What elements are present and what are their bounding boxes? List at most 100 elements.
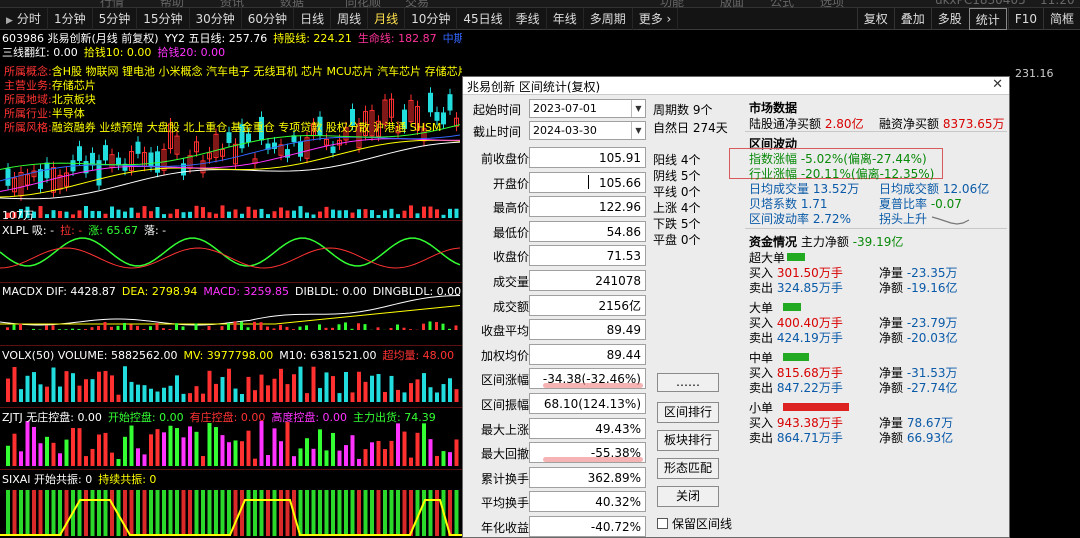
volume-bar [357,209,361,218]
toolbar-right-buttons: 复权 叠加 多股 统计 F10 简框 [856,8,1080,30]
toolbar-button[interactable]: 统计 [968,8,1007,30]
panel-divider [0,220,462,221]
candle-body [428,92,433,113]
highlight-underline [543,457,643,463]
trend-row: 拐头上升 [879,210,971,227]
macd-bar [32,328,35,330]
zjtj-bar [441,451,446,466]
more-button[interactable]: …… [657,373,719,392]
pattern-match-button[interactable]: 形态匹配 [657,458,719,479]
period-tab[interactable]: 15分钟 [137,7,190,30]
period-tab[interactable]: 季线 [510,7,547,30]
volume-bar [415,213,420,218]
indicator-value: 高度控盘: 0.00 [271,411,348,424]
macd-bar [129,324,133,330]
sixai-block [324,490,329,536]
sixai-block [337,490,342,536]
chevron-down-icon[interactable]: ▼ [631,100,645,117]
candle-body [441,112,446,125]
toolbar-button[interactable]: 简框 [1042,8,1080,30]
candle-count: 阳线 4个 [653,153,701,167]
volx-bar [324,372,329,402]
macd-bar [396,324,399,330]
period-tab[interactable]: 年线 [547,7,584,30]
sixai-block [272,490,277,536]
zjtj-bar [25,421,30,466]
zjtj-bar [370,442,374,466]
volume-bar [266,214,270,218]
volume-bar [422,206,426,218]
indicator-value: 拾钱20: 0.00 [157,46,226,59]
toolbar-button[interactable]: 多股 [930,8,968,30]
end-time-label: 截止时间 [473,125,522,139]
start-date-select[interactable]: 2023-07-01 ▼ [529,99,646,118]
sixai-indicator-header: SIXAI 开始共振: 0 持续共振: 0 [2,471,162,487]
sixai-block [233,490,238,536]
volx-bar [305,393,309,402]
period-tab[interactable]: 30分钟 [190,7,242,30]
volx-bar [77,385,82,402]
close-icon[interactable]: ✕ [992,77,1003,92]
period-tab[interactable]: 10分钟 [405,7,458,30]
period-tab[interactable]: 45日线 [457,7,510,30]
stat-label: 成交量 [492,275,529,289]
volx-bar [220,377,225,402]
volume-bar [38,206,43,218]
top-menu-item[interactable]: 11:20 [1040,0,1075,7]
sixai-block [363,490,368,536]
keep-range-checkbox[interactable]: 保留区间线 [657,515,732,532]
macd-bar [103,321,107,330]
period-tab[interactable]: 更多 › [633,7,679,30]
period-tab[interactable]: 60分钟 [242,7,295,30]
stat-label: 累计换手 [480,471,529,486]
chevron-down-icon[interactable]: ▼ [631,122,645,139]
macd-bar [155,322,159,330]
toolbar-button[interactable]: 叠加 [893,8,931,30]
top-menu-item[interactable]: ukxPC1830405 [935,0,1026,7]
stat-label: 平均换手 [480,496,529,511]
volx-bar [12,366,17,402]
volx-bar [409,383,413,402]
macd-bar [84,329,87,330]
volume-bar [448,208,452,218]
volume-bar [344,210,348,218]
macd-bar [136,325,139,330]
period-tab[interactable]: 5分钟 [93,7,138,30]
kline-chart-area[interactable]: 603986 兆易创新(月线 前复权) YY2 五日线: 257.76 持股线: 2… [0,30,462,538]
zjtj-bar [240,441,244,466]
macd-bar [142,329,146,330]
sector-rank-button[interactable]: 板块排行 [657,430,719,451]
period-tab[interactable]: 多周期 [584,7,633,30]
volx-bar [337,393,342,402]
macd-bar [448,328,451,330]
toolbar-button[interactable]: 复权 [856,8,894,30]
stat-value: 362.89% [529,466,646,488]
close-button[interactable]: 关闭 [657,486,719,507]
zjtj-bar [311,448,316,466]
end-date-select[interactable]: 2024-03-30 ▼ [529,121,646,140]
volx-bar [84,379,88,402]
period-tab[interactable]: ▶ 分时 [0,7,48,30]
zjtj-bar [233,440,238,466]
app-menu-icon[interactable]: ▶ [6,16,13,26]
macd-bar [428,321,432,330]
sixai-block [175,490,179,536]
fund-sell-row: 卖出 324.85万手 [749,279,843,296]
macd-bar [409,329,412,330]
macd-bar [253,321,256,330]
label: 卖出 [749,331,777,345]
period-tab[interactable]: 周线 [331,7,369,30]
period-tab[interactable]: 日线 [294,7,332,30]
period-tab[interactable]: 1分钟 [48,7,93,30]
volx-bar [233,388,238,402]
volx-bar [201,393,205,402]
period-tab[interactable]: 月线 [368,7,406,30]
toolbar-button[interactable]: F10 [1007,8,1043,30]
value: 815.68万手 [776,366,843,380]
natural-days: 自然日 274天 [653,121,728,135]
macdx-indicator-header: MACDX DIF: 4428.87 DEA: 2798.94 MACD: 3259… [2,284,462,298]
range-rank-button[interactable]: 区间排行 [657,402,719,423]
volx-bar [253,390,257,402]
checkbox-box[interactable] [657,518,668,529]
indicator-value: SIXAI 开始共振: 0 [2,473,93,486]
